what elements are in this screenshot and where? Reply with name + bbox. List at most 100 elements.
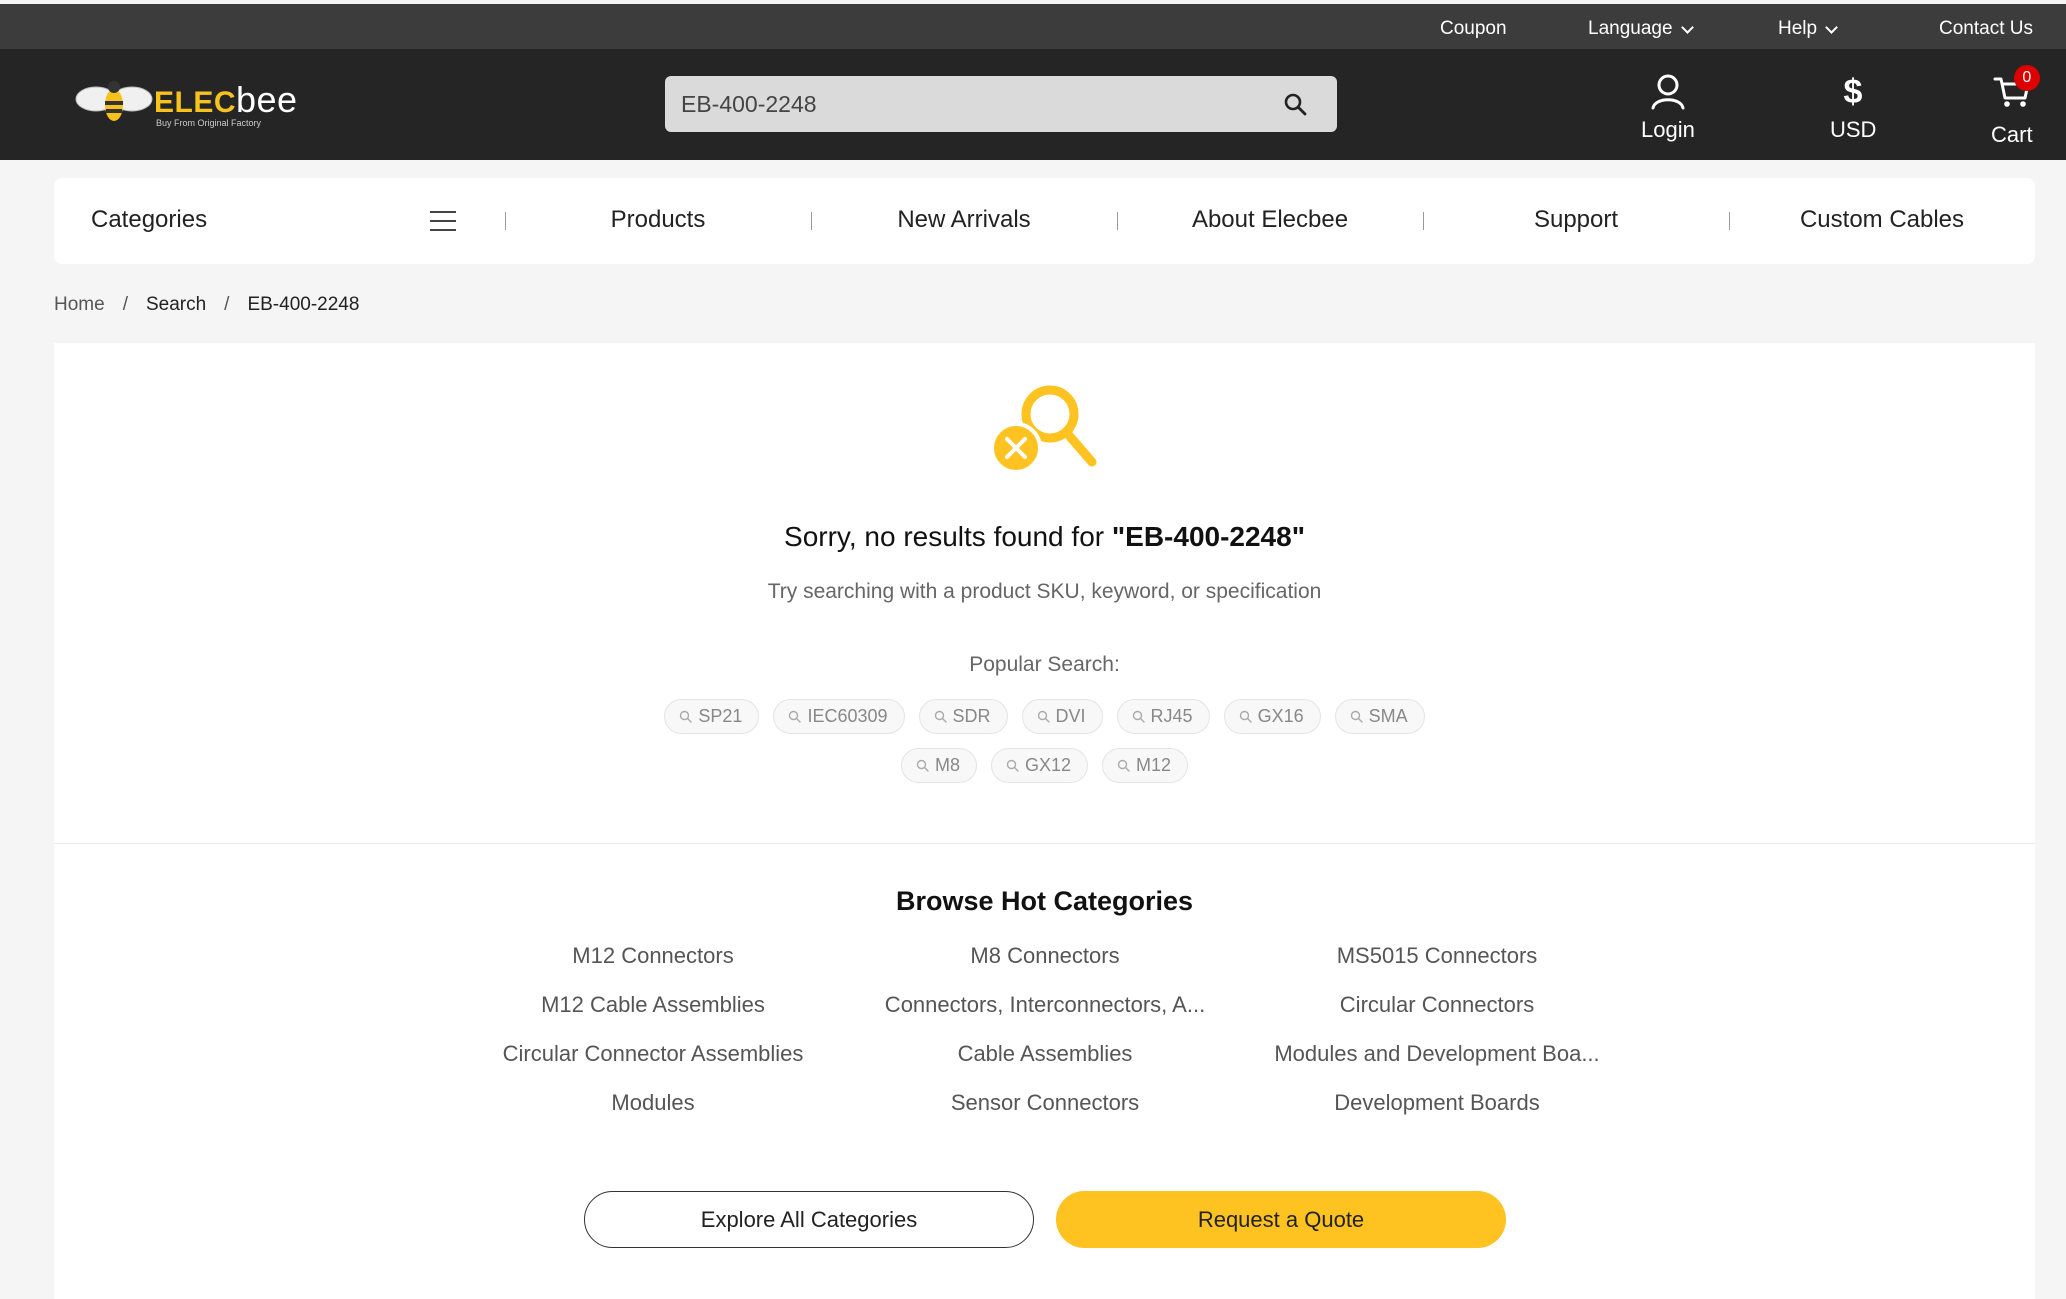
search-icon (1350, 710, 1363, 723)
breadcrumb: Home / Search / EB-400-2248 (54, 294, 359, 316)
request-quote-button[interactable]: Request a Quote (1056, 1191, 1506, 1248)
nav-divider (811, 212, 812, 230)
nav-about-elecbee[interactable]: About Elecbee (1192, 206, 1348, 234)
breadcrumb-home[interactable]: Home (54, 294, 105, 316)
category-link[interactable]: Connectors, Interconnectors, A... (885, 992, 1205, 1018)
chevron-down-icon (1825, 20, 1838, 34)
search-icon (1117, 759, 1130, 772)
search-input[interactable] (681, 76, 1261, 132)
popular-search-tag[interactable]: SDR (918, 699, 1008, 734)
breadcrumb-search[interactable]: Search (146, 294, 206, 316)
popular-search-tag-label: GX16 (1257, 706, 1304, 726)
category-link[interactable]: Modules (611, 1090, 694, 1116)
login-label: Login (1641, 117, 1695, 142)
explore-all-categories-button[interactable]: Explore All Categories (584, 1191, 1034, 1248)
dollar-icon: $ (1844, 73, 1863, 111)
popular-search-tag-label: IEC60309 (807, 706, 888, 726)
breadcrumb-current: EB-400-2248 (247, 294, 360, 315)
popular-search-tag-label: SP21 (698, 706, 743, 726)
popular-search-tag-label: RJ45 (1150, 706, 1193, 726)
language-dropdown[interactable]: Language (1588, 18, 1694, 40)
category-link[interactable]: Modules and Development Boa... (1274, 1041, 1599, 1067)
popular-search-tag-label: M8 (934, 755, 960, 775)
nav-divider (1423, 212, 1424, 230)
bee-logo-icon (75, 81, 153, 121)
nav-divider (1729, 212, 1730, 230)
help-label: Help (1778, 18, 1818, 39)
cart-button[interactable]: 0 Cart (1991, 65, 2040, 148)
popular-search-tag[interactable]: SP21 (664, 699, 760, 734)
category-link[interactable]: Sensor Connectors (951, 1090, 1139, 1116)
search-icon (789, 710, 802, 723)
popular-search-tag-label: M12 (1136, 755, 1172, 775)
popular-search-tag[interactable]: M12 (1102, 748, 1189, 783)
main-nav: Categories Products New Arrivals About E… (54, 178, 2035, 264)
nav-custom-cables[interactable]: Custom Cables (1800, 206, 1964, 234)
search-query: "EB-400-2248" (1111, 521, 1305, 552)
popular-search-tag[interactable]: IEC60309 (773, 699, 905, 734)
popular-search-tag-label: SDR (952, 706, 991, 726)
category-link[interactable]: Circular Connector Assemblies (503, 1041, 804, 1067)
search-results-panel: Sorry, no results found for "EB-400-2248… (54, 343, 2035, 1299)
elecbee-logo[interactable]: ELECbee Buy From Original Factory (74, 75, 297, 135)
nav-divider (1117, 212, 1118, 230)
site-header: ELECbee Buy From Original Factory Login … (0, 49, 2066, 160)
nav-divider (505, 212, 506, 230)
search-icon (1132, 710, 1145, 723)
nav-new-arrivals[interactable]: New Arrivals (897, 206, 1030, 234)
section-divider (54, 843, 2035, 844)
breadcrumb-separator: / (122, 294, 128, 315)
language-label: Language (1588, 18, 1673, 39)
no-results-icon (992, 385, 1097, 474)
popular-search-tag-label: SMA (1368, 706, 1408, 726)
svg-text:$: $ (1844, 73, 1863, 111)
popular-search-tag[interactable]: M8 (900, 748, 977, 783)
popular-search-label: Popular Search: (969, 653, 1120, 676)
nav-support[interactable]: Support (1534, 206, 1618, 234)
search-icon (1239, 710, 1252, 723)
contact-us-label: Contact Us (1939, 18, 2033, 39)
coupon-label: Coupon (1440, 18, 1507, 39)
search-icon[interactable] (1283, 92, 1307, 116)
currency-button[interactable]: $ USD (1830, 71, 1876, 143)
breadcrumb-separator: / (224, 294, 230, 315)
chevron-down-icon (1680, 20, 1694, 34)
category-link[interactable]: MS5015 Connectors (1337, 943, 1538, 969)
login-button[interactable]: Login (1641, 71, 1695, 143)
cart-count-badge: 0 (2013, 65, 2040, 91)
search-icon (1006, 759, 1019, 772)
popular-search-tag[interactable]: GX12 (990, 748, 1089, 783)
category-link[interactable]: M8 Connectors (970, 943, 1119, 969)
category-link[interactable]: Cable Assemblies (958, 1041, 1133, 1067)
popular-search-tag[interactable]: DVI (1021, 699, 1103, 734)
category-link[interactable]: M12 Connectors (572, 943, 733, 969)
hamburger-menu-icon[interactable] (430, 211, 456, 231)
search-icon (934, 710, 947, 723)
help-dropdown[interactable]: Help (1778, 18, 1838, 40)
popular-tags-row: SP21 IEC60309 SDR DVI RJ45 GX16 SMA (54, 699, 2035, 734)
search-bar (665, 76, 1337, 132)
search-icon (916, 759, 929, 772)
category-link[interactable]: M12 Cable Assemblies (541, 992, 765, 1018)
search-icon (1037, 710, 1050, 723)
contact-us-link[interactable]: Contact Us (1939, 18, 2033, 40)
popular-search-tag[interactable]: SMA (1334, 699, 1425, 734)
popular-search-tag[interactable]: RJ45 (1116, 699, 1210, 734)
popular-search-tag[interactable]: GX16 (1223, 699, 1321, 734)
hot-categories-title: Browse Hot Categories (895, 886, 1194, 916)
categories-menu[interactable]: Categories (91, 206, 207, 234)
cart-label: Cart (1991, 122, 2033, 147)
user-icon (1651, 74, 1685, 110)
category-link[interactable]: Development Boards (1334, 1090, 1539, 1116)
popular-search-tag-label: GX12 (1024, 755, 1072, 775)
search-icon (680, 710, 693, 723)
currency-label: USD (1830, 117, 1877, 142)
popular-search-tag-label: DVI (1055, 706, 1086, 726)
search-hint: Try searching with a product SKU, keywor… (767, 580, 1322, 603)
coupon-link[interactable]: Coupon (1440, 18, 1507, 40)
category-link[interactable]: Circular Connectors (1340, 992, 1534, 1018)
utility-bar: Coupon Language Help Contact Us (0, 0, 2066, 49)
nav-products[interactable]: Products (611, 206, 706, 234)
no-results-message: Sorry, no results found for "EB-400-2248… (784, 521, 1305, 552)
logo-tagline: Buy From Original Factory (156, 118, 262, 128)
